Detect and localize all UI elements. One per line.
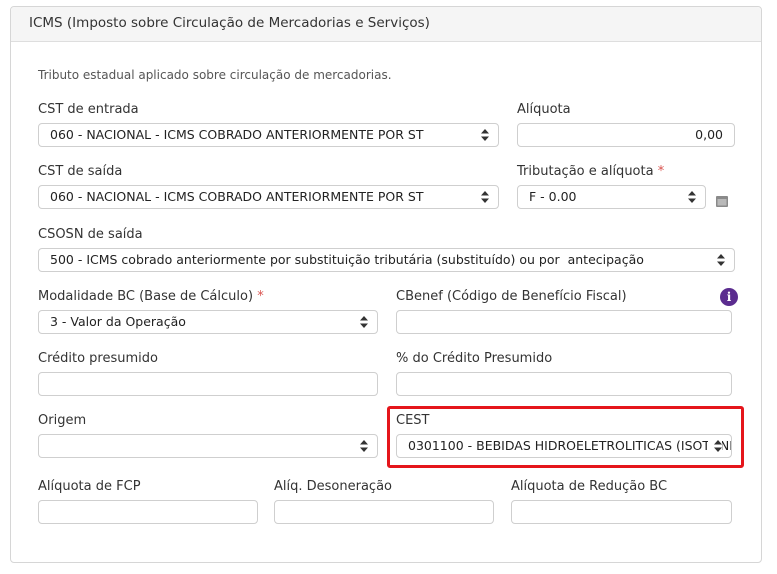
cbenef-input[interactable] bbox=[396, 310, 732, 334]
cst-entrada-value: 060 - NACIONAL - ICMS COBRADO ANTERIORME… bbox=[50, 127, 424, 142]
csosn-select[interactable]: 500 - ICMS cobrado anteriormente por sub… bbox=[38, 248, 735, 272]
perc-credito-input[interactable] bbox=[396, 372, 732, 396]
info-icon[interactable]: i bbox=[720, 288, 738, 306]
perc-credito-label: % do Crédito Presumido bbox=[396, 351, 553, 366]
aliq-fcp-label: Alíquota de FCP bbox=[38, 479, 141, 494]
tributacao-label: Tributação e alíquota * bbox=[517, 164, 664, 179]
select-arrows-icon bbox=[481, 191, 489, 203]
cst-saida-select[interactable]: 060 - NACIONAL - ICMS COBRADO ANTERIORME… bbox=[38, 185, 499, 209]
cst-entrada-select[interactable]: 060 - NACIONAL - ICMS COBRADO ANTERIORME… bbox=[38, 123, 499, 147]
select-arrows-icon bbox=[360, 316, 368, 328]
modalidade-select[interactable]: 3 - Valor da Operação bbox=[38, 310, 378, 334]
modalidade-label-text: Modalidade BC (Base de Cálculo) bbox=[38, 289, 254, 304]
modalidade-value: 3 - Valor da Operação bbox=[50, 314, 186, 329]
tributacao-select[interactable]: F - 0.00 bbox=[517, 185, 706, 209]
tributacao-value: F - 0.00 bbox=[529, 189, 577, 204]
tributacao-label-text: Tributação e alíquota bbox=[517, 164, 654, 179]
aliq-desoneracao-input[interactable] bbox=[274, 500, 494, 524]
required-mark: * bbox=[657, 164, 665, 179]
origem-label: Origem bbox=[38, 413, 87, 428]
modalidade-label: Modalidade BC (Base de Cálculo) * bbox=[38, 289, 264, 304]
cst-entrada-label: CST de entrada bbox=[38, 102, 139, 117]
section-description: Tributo estadual aplicado sobre circulaç… bbox=[38, 68, 392, 82]
aliq-reducao-input[interactable] bbox=[511, 500, 732, 524]
aliq-desoneracao-label: Alíq. Desoneração bbox=[274, 479, 392, 494]
aliquota-input[interactable]: 0,00 bbox=[517, 123, 735, 147]
csosn-label: CSOSN de saída bbox=[38, 227, 143, 242]
table-icon[interactable] bbox=[716, 192, 728, 207]
credito-presumido-input[interactable] bbox=[38, 372, 378, 396]
cest-highlight-box bbox=[387, 406, 744, 468]
cst-saida-label: CST de saída bbox=[38, 164, 123, 179]
aliq-fcp-input[interactable] bbox=[38, 500, 258, 524]
origem-select[interactable] bbox=[38, 434, 378, 458]
aliq-reducao-label: Alíquota de Redução BC bbox=[511, 479, 668, 494]
card-title: ICMS (Imposto sobre Circulação de Mercad… bbox=[11, 7, 761, 42]
select-arrows-icon bbox=[360, 440, 368, 452]
select-arrows-icon bbox=[717, 254, 725, 266]
credito-presumido-label: Crédito presumido bbox=[38, 351, 158, 366]
csosn-value: 500 - ICMS cobrado anteriormente por sub… bbox=[50, 252, 644, 267]
select-arrows-icon bbox=[481, 129, 489, 141]
aliquota-label: Alíquota bbox=[517, 102, 571, 117]
required-mark: * bbox=[257, 289, 264, 304]
cst-saida-value: 060 - NACIONAL - ICMS COBRADO ANTERIORME… bbox=[50, 189, 424, 204]
cbenef-label: CBenef (Código de Benefício Fiscal) bbox=[396, 289, 627, 304]
select-arrows-icon bbox=[688, 191, 696, 203]
